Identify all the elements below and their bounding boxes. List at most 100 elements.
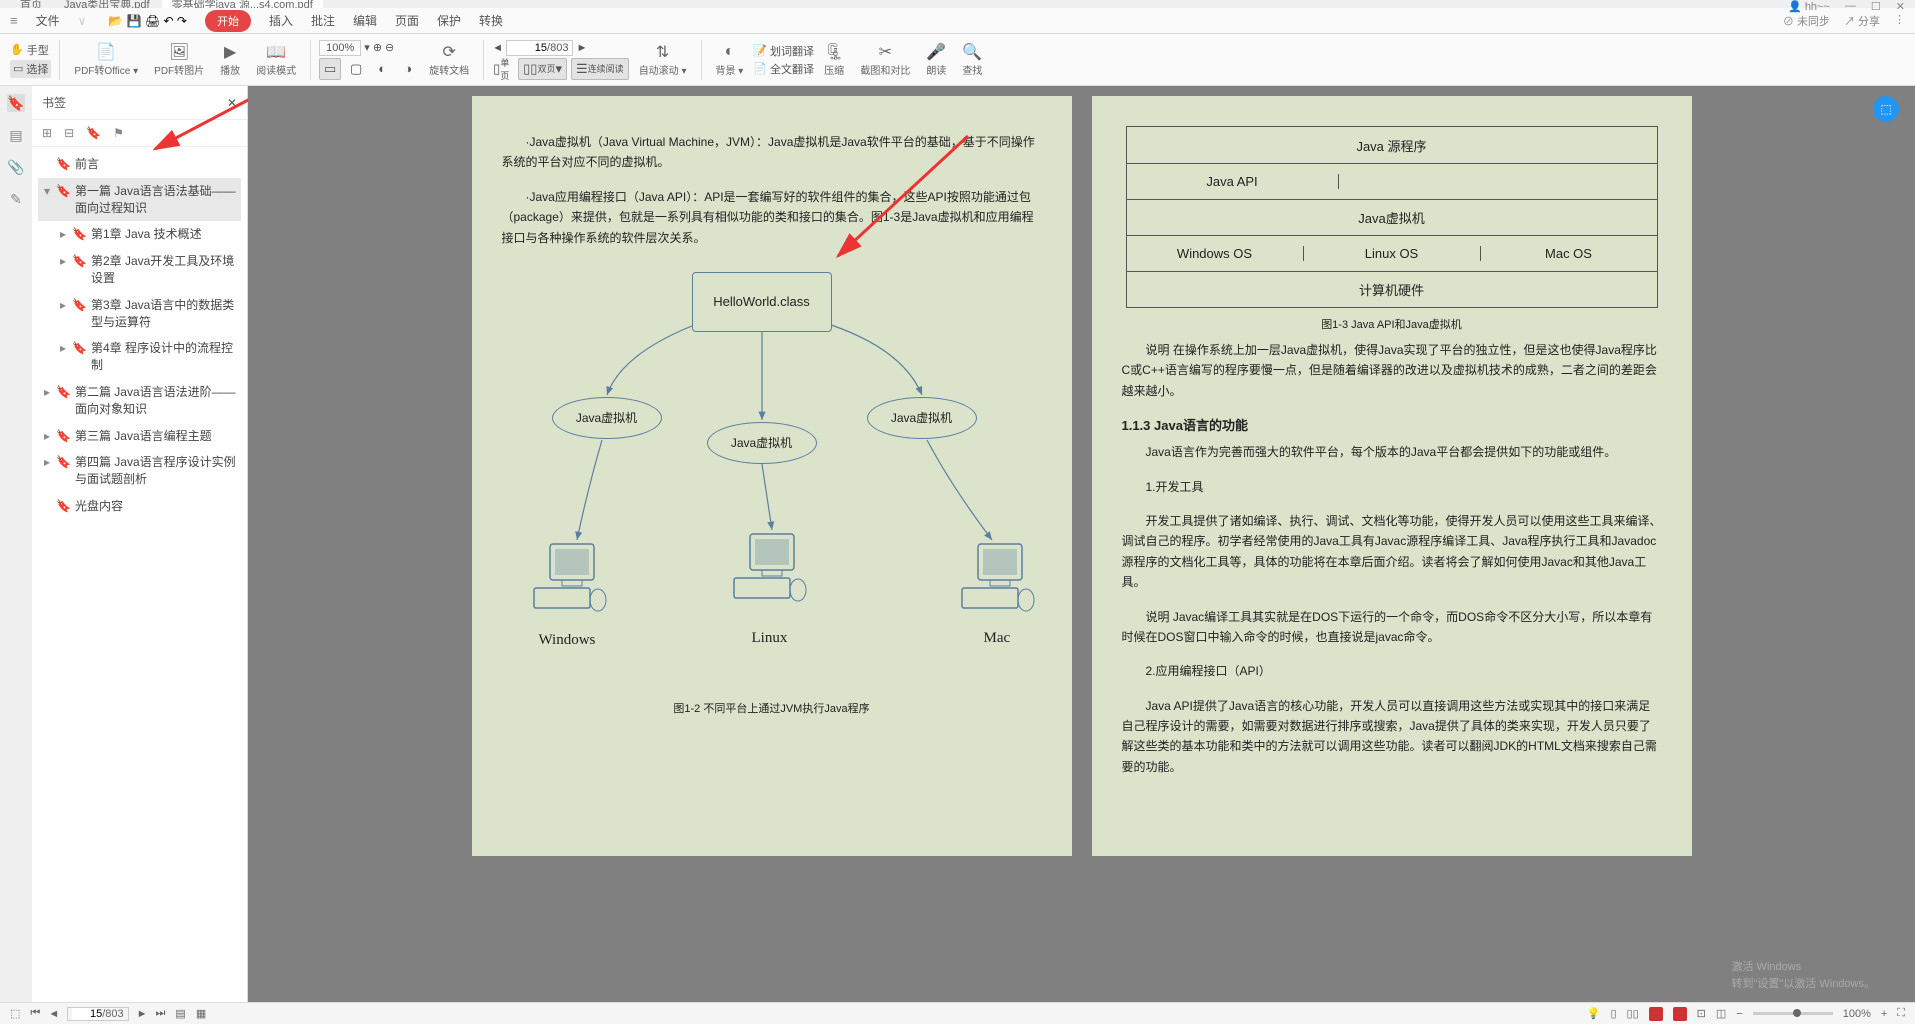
bm-node-cd[interactable]: 🔖光盘内容 [38, 493, 241, 520]
status-first-page-icon[interactable]: ⏮ [30, 1007, 40, 1020]
bm-node-part4[interactable]: ▸🔖第四篇 Java语言程序设计实例与面试题剖析 [38, 449, 241, 493]
bm-node-part2[interactable]: ▸🔖第二篇 Java语言语法进阶——面向对象知识 [38, 379, 241, 423]
tool-find[interactable]: 🔍查找 [956, 40, 988, 79]
status-view-icon[interactable]: ▤ [175, 1007, 185, 1020]
tool-word-translate[interactable]: 📝 划词翻译 [753, 43, 814, 59]
close-icon[interactable]: ✕ [1896, 0, 1905, 13]
menu-file[interactable]: 文件 [36, 12, 60, 29]
bookmark-tree: 🔖前言 ▾🔖第一篇 Java语言语法基础——面向过程知识 ▸🔖第1章 Java … [32, 147, 247, 1002]
maximize-icon[interactable]: ☐ [1871, 0, 1881, 13]
bm-collapse-icon[interactable]: ⊟ [64, 126, 74, 140]
status-fit2-icon[interactable]: ◫ [1716, 1007, 1726, 1020]
para: 开发工具提供了诸如编译、执行、调试、文档化等功能，使得开发人员可以使用这些工具来… [1122, 511, 1662, 593]
tool-read-aloud[interactable]: 🎤朗读 [920, 40, 952, 79]
zoom-value[interactable]: 100% [319, 40, 361, 56]
menu-convert[interactable]: 转换 [479, 12, 503, 29]
rail-bookmark-icon[interactable]: 🔖 [7, 94, 25, 112]
bm-node-part1[interactable]: ▾🔖第一篇 Java语言语法基础——面向过程知识 [38, 178, 241, 222]
tool-autoscroll[interactable]: ⇅自动滚动 ▾ [633, 40, 693, 79]
status-last-page-icon[interactable]: ⏭ [156, 1007, 166, 1020]
para: 1.开发工具 [1122, 477, 1662, 497]
float-badge-icon[interactable]: ⬚ [1873, 96, 1899, 122]
tab-bar: 首页 Java类出宝典.pdf 零基础学java 源...s4.com.pdf [0, 0, 1915, 8]
bm-node-ch4[interactable]: ▸🔖第4章 程序设计中的流程控制 [54, 335, 241, 379]
page-input[interactable]: /803 [506, 40, 573, 56]
menu-insert[interactable]: 插入 [269, 12, 293, 29]
bm-node-preface[interactable]: 🔖前言 [38, 151, 241, 178]
bm-node-part3[interactable]: ▸🔖第三篇 Java语言编程主题 [38, 423, 241, 450]
share-icon[interactable]: ↗ 分享 [1844, 13, 1880, 29]
menu-annotate[interactable]: 批注 [311, 12, 335, 29]
bm-expand-icon[interactable]: ⊞ [42, 126, 52, 140]
view-mode2-icon[interactable]: ◑ [397, 58, 419, 80]
menu-edit[interactable]: 编辑 [353, 12, 377, 29]
rail-attachment-icon[interactable]: 📎 [7, 158, 25, 176]
bookmark-close-icon[interactable]: ✕ [227, 96, 237, 110]
tool-readmode[interactable]: 📖阅读模式 [250, 40, 302, 79]
zoom-out-icon[interactable]: ⊖ [385, 41, 394, 54]
status-badge-icon[interactable]: 💡 [1587, 1007, 1601, 1020]
status-view-single-icon[interactable]: ▯ [1610, 1007, 1616, 1020]
status-fit-icon[interactable]: ⊡ [1697, 1007, 1706, 1020]
status-zoom-out-icon[interactable]: − [1736, 1008, 1742, 1020]
status-indicator-2[interactable] [1673, 1007, 1687, 1021]
zoom-dropdown-icon[interactable]: ▾ [364, 41, 370, 54]
more-icon[interactable]: ⋮ [1894, 13, 1905, 29]
tab-file-2[interactable]: 零基础学java 源...s4.com.pdf [162, 0, 323, 8]
diagram-class-file: HelloWorld.class [692, 272, 832, 332]
zoom-slider[interactable] [1753, 1012, 1833, 1015]
status-indicator-1[interactable] [1649, 1007, 1663, 1021]
status-cursor-icon[interactable]: ⬚ [10, 1007, 20, 1020]
tool-background[interactable]: ◐背景 ▾ [710, 40, 750, 79]
fit-width-icon[interactable]: ▭ [319, 58, 341, 80]
tool-pdf2img[interactable]: 🖼PDF转图片 [148, 40, 210, 79]
rail-thumbnail-icon[interactable]: ▤ [7, 126, 25, 144]
bm-node-ch3[interactable]: ▸🔖第3章 Java语言中的数据类型与运算符 [54, 292, 241, 336]
tool-crop-compare[interactable]: ✂截图和对比 [854, 40, 916, 79]
document-area[interactable]: ·Java虚拟机（Java Virtual Machine，JVM）：Java虚… [248, 86, 1915, 1002]
tab-file-1[interactable]: Java类出宝典.pdf [54, 0, 160, 8]
user-avatar[interactable]: 👤 hh~~ [1788, 0, 1830, 13]
zoom-in-icon[interactable]: ⊕ [373, 41, 382, 54]
nosync-icon[interactable]: ⊘ 未同步 [1783, 13, 1830, 29]
page-prev-icon[interactable]: ◄ [492, 42, 503, 54]
status-fullscreen-icon[interactable]: ⛶ [1897, 1007, 1905, 1020]
status-page-input[interactable]: /803 [67, 1007, 128, 1021]
tool-play[interactable]: ▶播放 [214, 40, 246, 79]
menu-start[interactable]: 开始 [205, 10, 251, 32]
single-page-button[interactable]: ▯ 单页 [492, 58, 514, 80]
fit-page-icon[interactable]: ▢ [345, 58, 367, 80]
os-label: Mac [984, 630, 1011, 647]
tool-pdf2office[interactable]: 📄PDF转Office ▾ [68, 40, 144, 79]
view-mode-icon[interactable]: ◐ [371, 58, 393, 80]
windows-watermark: 激活 Windows 转到"设置"以激活 Windows。 [1732, 959, 1876, 992]
page-next-icon[interactable]: ► [576, 42, 587, 54]
bookmark-toolbar: ⊞ ⊟ 🔖 ⚑ [32, 120, 247, 147]
menu-protect[interactable]: 保护 [437, 12, 461, 29]
bm-add-icon[interactable]: 🔖 [86, 126, 101, 140]
menu-page[interactable]: 页面 [395, 12, 419, 29]
tool-hand[interactable]: ✋ 手型 [10, 42, 51, 58]
tool-compress[interactable]: 🗜压缩 [818, 40, 850, 79]
status-view-double-icon[interactable]: ▯▯ [1627, 1007, 1639, 1020]
section-heading: 1.1.3 Java语言的功能 [1122, 415, 1662, 434]
pdf-page-left: ·Java虚拟机（Java Virtual Machine，JVM）：Java虚… [472, 96, 1072, 856]
bm-node-ch2[interactable]: ▸🔖第2章 Java开发工具及环境设置 [54, 248, 241, 292]
tool-select[interactable]: ▭ 选择 [10, 60, 51, 78]
continuous-button[interactable]: ☰ 连续阅读 [571, 58, 629, 80]
rail-annotation-icon[interactable]: ✎ [7, 190, 25, 208]
status-next-page-icon[interactable]: ► [137, 1008, 148, 1020]
minimize-icon[interactable]: — [1845, 0, 1856, 13]
bm-node-ch1[interactable]: ▸🔖第1章 Java 技术概述 [54, 221, 241, 248]
double-page-button[interactable]: ▯▯ 双页▾ [518, 58, 567, 80]
para: ·Java虚拟机（Java Virtual Machine，JVM）：Java虚… [502, 132, 1042, 173]
bm-flag-icon[interactable]: ⚑ [113, 126, 124, 140]
status-view2-icon[interactable]: ▦ [196, 1007, 206, 1020]
status-zoom-in-icon[interactable]: + [1881, 1008, 1887, 1020]
tool-rotate[interactable]: ⟳旋转文档 [423, 40, 475, 79]
tool-full-translate[interactable]: 📄 全文翻译 [753, 61, 814, 77]
pdf-page-right: Java 源程序 Java API Java虚拟机 Windows OSLinu… [1092, 96, 1692, 856]
para: Java API提供了Java语言的核心功能，开发人员可以直接调用这些方法或实现… [1122, 696, 1662, 778]
status-prev-page-icon[interactable]: ◄ [48, 1008, 59, 1020]
tab-home[interactable]: 首页 [10, 0, 52, 8]
